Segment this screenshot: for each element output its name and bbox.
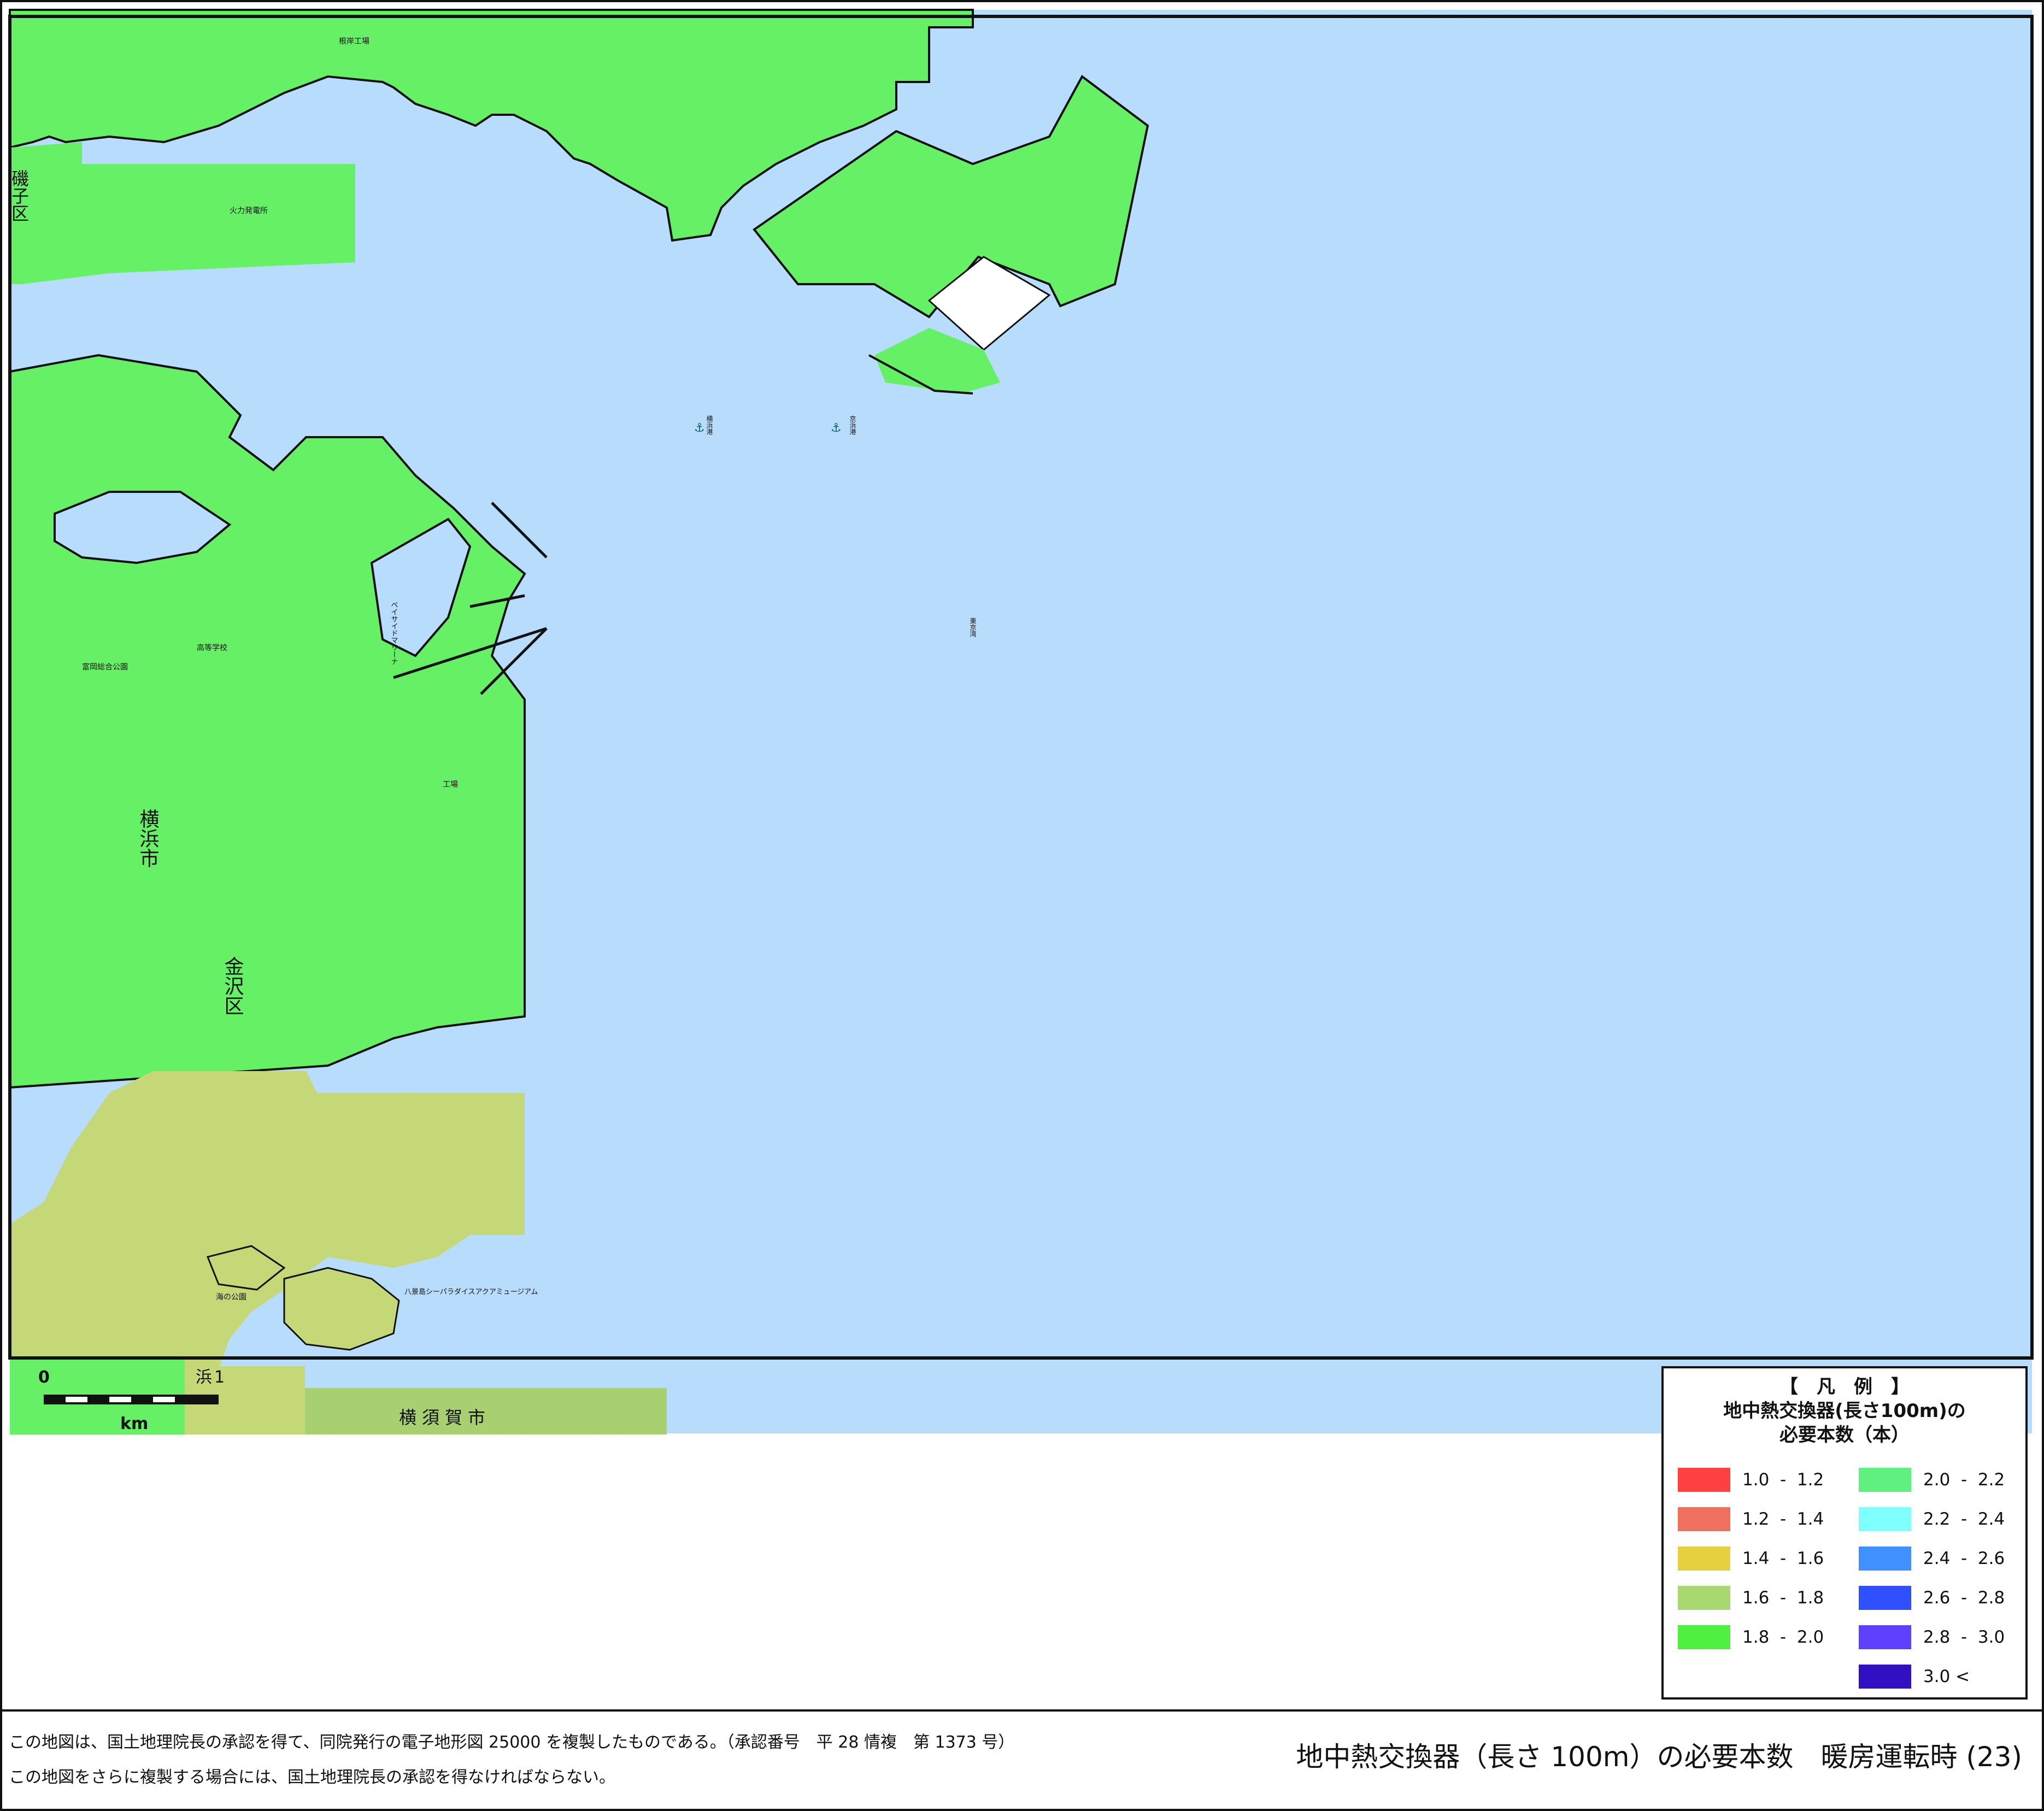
legend-label: 1.0 - 1.2 bbox=[1742, 1470, 1824, 1490]
legend-label: 1.4 - 1.6 bbox=[1742, 1549, 1824, 1568]
legend-swatch bbox=[1859, 1586, 1911, 1610]
legend-item: 2.0 - 2.2 bbox=[1859, 1468, 2005, 1492]
legend-swatch bbox=[1859, 1625, 1911, 1649]
label-hakkeijima: 八景島シーパラダイスアクアミュージアム bbox=[404, 1288, 538, 1296]
map-title: 地中熱交換器（長さ 100m）の必要本数 暖房運転時 (23) bbox=[1296, 1741, 2022, 1773]
legend-swatch bbox=[1678, 1547, 1730, 1571]
scale-unit: km bbox=[120, 1414, 148, 1433]
label-umi-no-koen: 海の公園 bbox=[216, 1293, 246, 1302]
legend-item: 1.2 - 1.4 bbox=[1678, 1507, 1824, 1531]
copyright-note-line1: この地図は、国土地理院長の承認を得て、同院発行の電子地形図 25000 を複製し… bbox=[9, 1733, 1015, 1752]
legend-label: 2.2 - 2.4 bbox=[1923, 1509, 2005, 1529]
legend-label: 2.4 - 2.6 bbox=[1923, 1549, 2005, 1568]
legend-label: 3.0 < bbox=[1923, 1667, 1970, 1686]
legend-item: 1.8 - 2.0 bbox=[1678, 1625, 1824, 1649]
legend-label: 2.0 - 2.2 bbox=[1923, 1470, 2005, 1490]
legend-item: 2.6 - 2.8 bbox=[1859, 1586, 2005, 1610]
land-north-pier-2 bbox=[66, 164, 350, 268]
legend-item: 3.0 < bbox=[1859, 1665, 1970, 1689]
label-isogo-ward: 磯子区 bbox=[9, 169, 30, 222]
legend-title-line2: 必要本数（本） bbox=[1779, 1424, 1910, 1446]
legend-item: 1.4 - 1.6 bbox=[1678, 1547, 1824, 1571]
legend-label: 2.6 - 2.8 bbox=[1923, 1588, 2005, 1608]
label-marina: ベイサイドマリーナ bbox=[390, 601, 398, 665]
map-sheet: ⚓ ⚓ 横浜市 金沢区 磯子区 横須賀市 八景島シーパラダイスアクアミュージアム… bbox=[0, 0, 2044, 1811]
legend-item: 2.2 - 2.4 bbox=[1859, 1507, 2005, 1531]
label-yokohama-city: 横浜市 bbox=[137, 809, 160, 868]
legend-swatch bbox=[1678, 1625, 1730, 1649]
legend-item: 1.0 - 1.2 bbox=[1678, 1468, 1824, 1492]
legend-swatch bbox=[1678, 1507, 1730, 1531]
legend-item: 1.6 - 1.8 bbox=[1678, 1586, 1824, 1610]
legend-bracket-title: 【 凡 例 】 bbox=[1779, 1376, 1910, 1398]
legend-item: 2.4 - 2.6 bbox=[1859, 1547, 2005, 1571]
label-plant-north: 根岸工場 bbox=[339, 37, 369, 46]
label-small-1: 1 bbox=[214, 1368, 225, 1387]
legend-swatch bbox=[1678, 1468, 1730, 1492]
legend-panel: 【 凡 例 】 地中熱交換器(長さ100m)の 必要本数（本） 1.0 - 1.… bbox=[1661, 1366, 2028, 1700]
copyright-note-line2: この地図をさらに複製する場合には、国土地理院長の承認を得なければならない。 bbox=[9, 1768, 615, 1787]
legend-title-line1: 地中熱交換器(長さ100m)の bbox=[1723, 1400, 1966, 1422]
legend-swatch bbox=[1859, 1507, 1911, 1531]
label-small-2: 浜 bbox=[196, 1368, 212, 1387]
legend-label: 1.8 - 2.0 bbox=[1742, 1627, 1824, 1647]
anchor-icon-2: ⚓ bbox=[831, 421, 842, 435]
label-coal-plant: 火力発電所 bbox=[230, 207, 268, 215]
legend-swatch bbox=[1859, 1468, 1911, 1492]
label-yokohama-port: 横浜港 bbox=[706, 415, 713, 435]
legend-swatch bbox=[1678, 1586, 1730, 1610]
label-kanazawa-ward: 金沢区 bbox=[221, 956, 244, 1015]
label-yokosuka-city: 横須賀市 bbox=[399, 1407, 491, 1428]
label-factory-east: 工場 bbox=[443, 780, 458, 789]
anchor-icon-1: ⚓ bbox=[694, 421, 705, 435]
legend-label: 1.6 - 1.8 bbox=[1742, 1588, 1824, 1608]
legend-label: 1.2 - 1.4 bbox=[1742, 1509, 1824, 1529]
scale-zero: 0 bbox=[38, 1368, 50, 1387]
label-tokyo-bay: 東京湾 bbox=[969, 618, 977, 638]
label-school: 高等学校 bbox=[197, 643, 227, 652]
legend-swatch bbox=[1859, 1665, 1911, 1689]
legend-label: 2.8 - 3.0 bbox=[1923, 1627, 2005, 1647]
legend-item: 2.8 - 3.0 bbox=[1859, 1625, 2005, 1649]
label-port-anchor: 京浜港 bbox=[849, 415, 856, 435]
legend-swatch bbox=[1859, 1547, 1911, 1571]
label-park: 富岡総合公園 bbox=[82, 662, 128, 672]
